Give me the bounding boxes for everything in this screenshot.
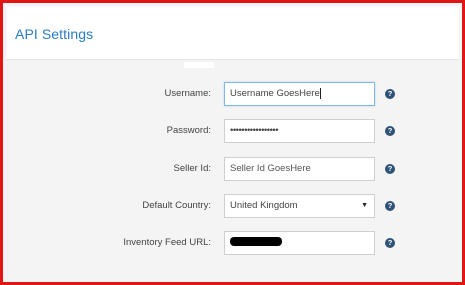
text-caret [319, 87, 321, 99]
password-label: Password: [166, 125, 211, 136]
seller-id-placeholder: Seller Id GoesHere [230, 163, 311, 174]
username-row: Username: Username GoesHere ? [0, 82, 465, 106]
question-circle-icon[interactable]: ? [385, 164, 395, 174]
seller-id-input[interactable]: Seller Id GoesHere [224, 157, 375, 181]
inventory-feed-url-label: Inventory Feed URL: [123, 237, 211, 248]
username-label: Username: [164, 88, 211, 99]
inventory-feed-url-row: Inventory Feed URL: ? [0, 231, 465, 255]
question-circle-icon[interactable]: ? [385, 89, 395, 99]
question-circle-icon[interactable]: ? [385, 201, 395, 211]
password-value: ••••••••••••••••• [230, 125, 279, 136]
panel-header: API Settings [6, 6, 459, 60]
triangle-down-icon: ▼ [361, 202, 368, 209]
username-input[interactable]: Username GoesHere [224, 82, 375, 106]
password-row: Password: ••••••••••••••••• ? [0, 119, 465, 143]
default-country-label: Default Country: [142, 200, 211, 211]
default-country-row: Default Country: United Kingdom ▼ ? [0, 194, 465, 218]
default-country-selected: United Kingdom [230, 200, 298, 211]
question-circle-icon[interactable]: ? [385, 126, 395, 136]
decorative-mark [184, 62, 214, 68]
seller-id-row: Seller Id: Seller Id GoesHere ? [0, 157, 465, 181]
question-circle-icon[interactable]: ? [385, 238, 395, 248]
inventory-feed-url-input[interactable] [224, 231, 375, 255]
default-country-select[interactable]: United Kingdom ▼ [224, 194, 375, 218]
redaction-bar [230, 236, 282, 246]
seller-id-label: Seller Id: [173, 163, 212, 174]
page-title: API Settings [15, 26, 94, 42]
password-input[interactable]: ••••••••••••••••• [224, 119, 375, 143]
username-value: Username GoesHere [230, 88, 320, 99]
